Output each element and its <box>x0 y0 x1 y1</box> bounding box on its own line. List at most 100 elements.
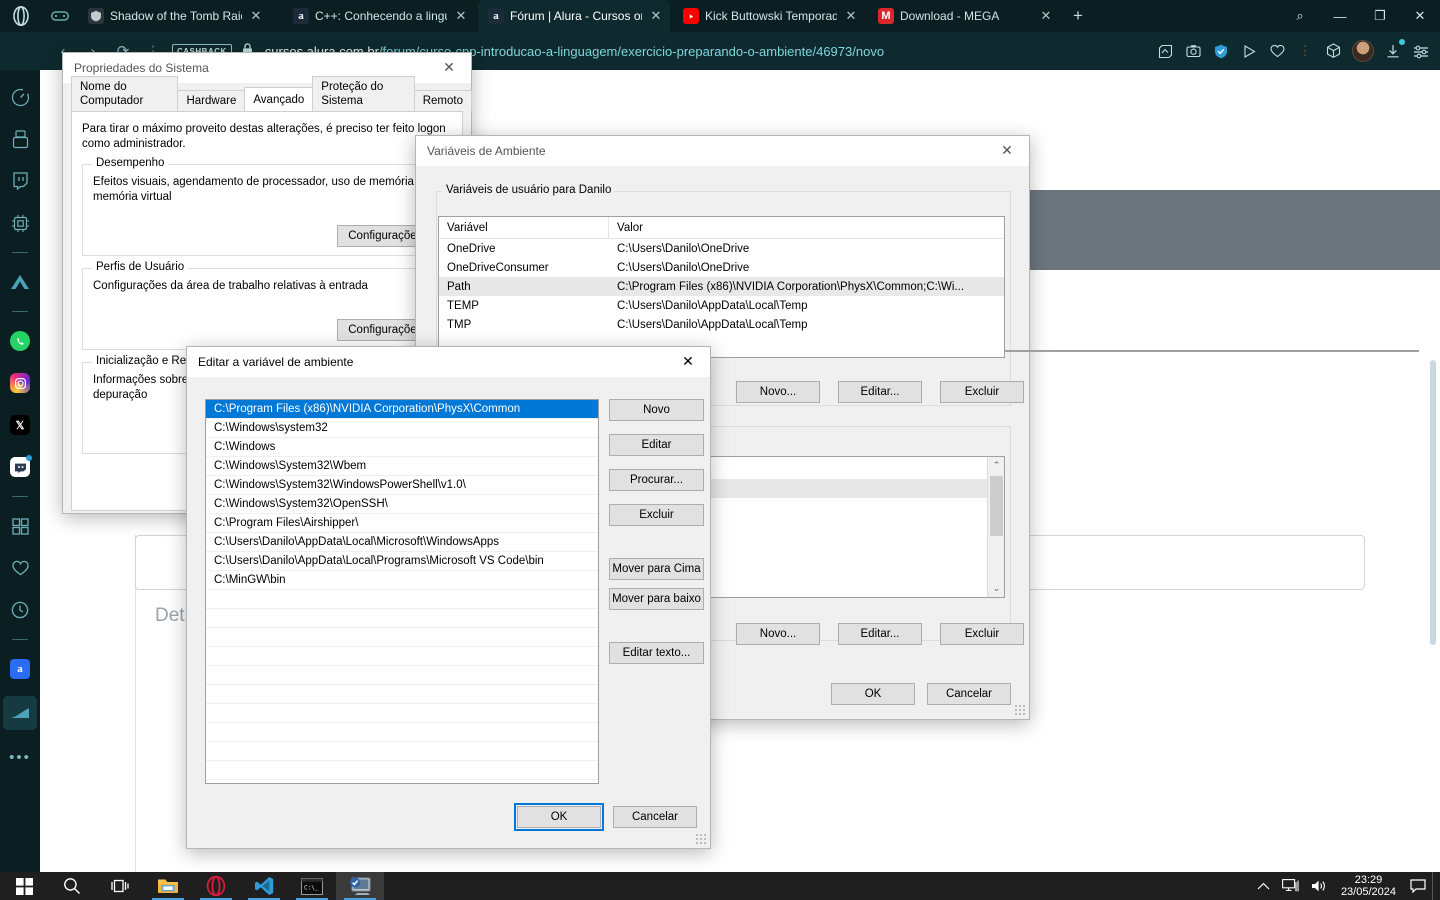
editar-button[interactable]: Editar <box>609 434 704 456</box>
tab-remoto[interactable]: Remoto <box>413 90 472 111</box>
list-item[interactable] <box>206 647 598 666</box>
task-view-icon[interactable] <box>96 872 144 900</box>
taskbar-clock[interactable]: 23:29 23/05/2024 <box>1333 874 1404 898</box>
list-item[interactable]: C:\Windows\System32\WindowsPowerShell\v1… <box>206 476 598 495</box>
list-item[interactable]: C:\MinGW\bin <box>206 571 598 590</box>
tab-avancado[interactable]: Avançado <box>244 87 314 111</box>
restore-button[interactable]: ❐ <box>1360 0 1400 32</box>
list-item[interactable]: C:\Windows <box>206 438 598 457</box>
list-item[interactable]: C:\Program Files\Airshipper\ <box>206 514 598 533</box>
workspaces-icon[interactable] <box>5 511 35 541</box>
tab-hardware[interactable]: Hardware <box>177 90 246 111</box>
heart-icon[interactable] <box>1264 38 1290 64</box>
close-button[interactable]: ✕ <box>1400 0 1440 32</box>
path-entries-list[interactable]: C:\Program Files (x86)\NVIDIA Corporatio… <box>205 399 599 784</box>
shield-icon[interactable] <box>1208 38 1234 64</box>
start-icon[interactable] <box>0 872 48 900</box>
extension-icon[interactable] <box>1320 38 1346 64</box>
instagram-icon[interactable] <box>5 368 35 398</box>
tab-protecao-do-sistema[interactable]: Proteção do Sistema <box>312 76 415 111</box>
list-item[interactable] <box>206 761 598 780</box>
editar-texto-button[interactable]: Editar texto... <box>609 642 704 664</box>
opera-icon[interactable] <box>192 872 240 900</box>
discord-icon[interactable] <box>5 452 35 482</box>
edit-ok-button[interactable]: OK <box>514 803 604 831</box>
column-header-value[interactable]: Valor <box>609 217 1004 238</box>
env-ok-button[interactable]: OK <box>831 683 915 705</box>
table-row[interactable]: OneDrive C:\Users\Danilo\OneDrive <box>439 239 1004 258</box>
network-icon[interactable] <box>1276 872 1305 900</box>
list-item[interactable]: C:\Windows\system32 <box>206 419 598 438</box>
show-desktop-button[interactable] <box>1432 872 1440 900</box>
system-properties-icon[interactable] <box>336 872 384 900</box>
volume-icon[interactable] <box>1305 872 1333 900</box>
browser-tab-2[interactable]: a Fórum | Alura - Cursos online ✕ <box>478 0 670 32</box>
novo-button[interactable]: Novo <box>609 399 704 421</box>
tab-close-icon[interactable]: ✕ <box>1038 8 1054 24</box>
mover-para-cima-button[interactable]: Mover para Cima <box>609 558 704 580</box>
cpu-icon[interactable] <box>5 208 35 238</box>
edit-cancelar-button[interactable]: Cancelar <box>613 806 697 828</box>
avatar[interactable] <box>1352 40 1374 62</box>
browser-tab-0[interactable]: Shadow of the Tomb Raider ✕ <box>78 0 270 32</box>
minimize-button[interactable]: — <box>1320 0 1360 32</box>
downloads-icon[interactable] <box>1380 38 1406 64</box>
column-header-variable[interactable]: Variável <box>439 217 609 238</box>
close-icon[interactable]: ✕ <box>985 136 1029 166</box>
vscode-icon[interactable] <box>240 872 288 900</box>
tab-close-icon[interactable]: ✕ <box>453 8 469 24</box>
system-novo-button[interactable]: Novo... <box>736 623 820 645</box>
history-icon[interactable] <box>5 595 35 625</box>
list-item[interactable]: C:\Users\Danilo\AppData\Local\Microsoft\… <box>206 533 598 552</box>
list-item[interactable] <box>206 628 598 647</box>
twitch-icon[interactable] <box>5 166 35 196</box>
scroll-up-icon[interactable]: ⌃ <box>988 457 1004 474</box>
browser-tab-4[interactable]: M Download - MEGA ✕ <box>868 0 1060 32</box>
user-novo-button[interactable]: Novo... <box>736 381 820 403</box>
env-cancelar-button[interactable]: Cancelar <box>927 683 1011 705</box>
tab-close-icon[interactable]: ✕ <box>648 8 664 24</box>
x-icon[interactable]: 𝕏 <box>5 410 35 440</box>
favorites-icon[interactable] <box>5 553 35 583</box>
table-row[interactable]: TEMP C:\Users\Danilo\AppData\Local\Temp <box>439 296 1004 315</box>
easy-setup-icon[interactable] <box>1408 38 1434 64</box>
camera-icon[interactable] <box>1180 38 1206 64</box>
tab-close-icon[interactable]: ✕ <box>843 8 859 24</box>
list-item[interactable] <box>206 742 598 761</box>
tab-close-icon[interactable]: ✕ <box>248 8 264 24</box>
aria-icon[interactable] <box>5 267 35 297</box>
list-item[interactable] <box>206 609 598 628</box>
terminal-icon[interactable]: C:\_ <box>288 872 336 900</box>
system-variables-scrollbar[interactable]: ⌃ ⌄ <box>987 457 1004 597</box>
page-scrollbar[interactable] <box>1430 360 1436 645</box>
list-item[interactable] <box>206 723 598 742</box>
user-variables-listview[interactable]: Variável Valor OneDrive C:\Users\Danilo\… <box>438 216 1005 358</box>
search-icon[interactable] <box>48 872 96 900</box>
list-item[interactable]: C:\Users\Danilo\AppData\Local\Programs\M… <box>206 552 598 571</box>
mover-para-baixo-button[interactable]: Mover para baixo <box>609 588 704 610</box>
procurar-button[interactable]: Procurar... <box>609 469 704 491</box>
close-icon[interactable]: ✕ <box>427 53 471 83</box>
user-editar-button[interactable]: Editar... <box>838 381 922 403</box>
clear-browsing-icon[interactable] <box>5 124 35 154</box>
system-excluir-button[interactable]: Excluir <box>940 623 1024 645</box>
list-item[interactable] <box>206 666 598 685</box>
resize-grip[interactable] <box>1014 704 1026 716</box>
browser-tab-3[interactable]: Kick Buttowski Temporada ✕ <box>673 0 865 32</box>
tab-nome-do-computador[interactable]: Nome do Computador <box>71 76 179 111</box>
tab-search-icon[interactable]: ⌕ <box>1280 0 1320 32</box>
scrollbar-thumb[interactable] <box>990 476 1003 536</box>
send-icon[interactable] <box>1236 38 1262 64</box>
resize-grip[interactable] <box>695 833 707 845</box>
notification-icon[interactable] <box>1404 872 1432 900</box>
list-item[interactable]: C:\Windows\System32\Wbem <box>206 457 598 476</box>
list-item[interactable] <box>206 685 598 704</box>
show-hidden-icons[interactable] <box>1251 872 1276 900</box>
sidebar-more-icon[interactable]: ••• <box>5 742 35 772</box>
excluir-button[interactable]: Excluir <box>609 504 704 526</box>
system-editar-button[interactable]: Editar... <box>838 623 922 645</box>
whatsapp-icon[interactable] <box>5 326 35 356</box>
opera-logo-icon[interactable] <box>8 4 34 28</box>
list-item[interactable] <box>206 704 598 723</box>
gamepad-icon[interactable] <box>48 6 72 26</box>
